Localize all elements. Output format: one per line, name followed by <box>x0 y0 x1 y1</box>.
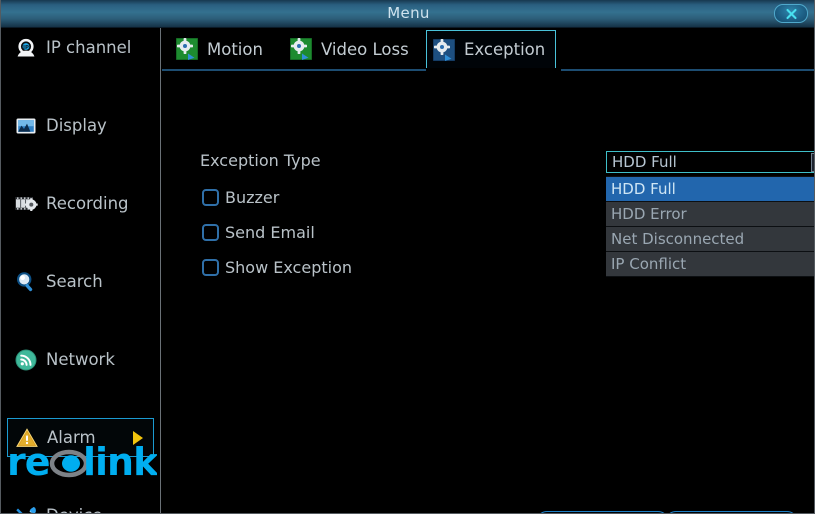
tab-underline-left <box>162 69 426 71</box>
checkbox-label: Show Exception <box>225 258 352 277</box>
checkbox-row-show-exception[interactable]: Show Exception <box>202 258 352 277</box>
gear-arrow-icon <box>175 37 199 61</box>
title-bar: Menu <box>1 0 814 28</box>
tab-label: Exception <box>464 40 546 59</box>
magnifier-icon <box>13 269 39 295</box>
dropdown-option[interactable]: Net Disconnected <box>606 227 814 252</box>
monitor-picture-icon <box>13 113 39 139</box>
sidebar-item-ip-channel[interactable]: IP IP channel <box>7 28 154 67</box>
exception-type-select[interactable]: HDD Full <box>606 151 814 173</box>
sidebar-item-search[interactable]: Search <box>7 262 154 301</box>
tab-underline-right <box>561 69 814 71</box>
gear-arrow-icon <box>289 37 313 61</box>
exception-type-value: HDD Full <box>612 153 677 171</box>
content-panel: Motion Video Loss Exception Exception Ty… <box>162 28 814 513</box>
svg-text:IP: IP <box>23 45 29 51</box>
sidebar-item-recording[interactable]: Recording <box>7 184 154 223</box>
reolink-logo: re link <box>7 440 157 486</box>
show-exception-checkbox[interactable] <box>202 259 219 276</box>
tab-bar: Motion Video Loss Exception <box>162 30 814 71</box>
tools-icon <box>13 503 39 513</box>
sidebar-item-label: Recording <box>46 194 129 213</box>
close-x-icon <box>785 8 797 20</box>
tab-label: Motion <box>207 39 263 59</box>
tab-motion[interactable]: Motion <box>170 30 273 68</box>
film-gear-icon <box>13 191 39 217</box>
send-email-checkbox[interactable] <box>202 224 219 241</box>
checkbox-label: Buzzer <box>225 188 280 207</box>
buzzer-checkbox[interactable] <box>202 189 219 206</box>
tab-exception[interactable]: Exception <box>426 30 557 68</box>
dropdown-option[interactable]: IP Conflict <box>606 252 814 277</box>
sidebar: IP IP channel Display Recording Search N… <box>1 28 161 513</box>
checkbox-row-send-email[interactable]: Send Email <box>202 223 315 242</box>
sidebar-item-label: Network <box>46 350 115 369</box>
sidebar-item-label: Device <box>46 506 102 513</box>
exception-type-dropdown-list[interactable]: HDD Full HDD Error Net Disconnected IP C… <box>606 176 814 277</box>
chevron-down-icon[interactable] <box>811 152 814 172</box>
tab-label: Video Loss <box>321 39 409 59</box>
exception-type-label: Exception Type <box>200 151 321 170</box>
tab-video-loss[interactable]: Video Loss <box>284 30 419 68</box>
svg-text:link: link <box>83 441 157 484</box>
close-icon[interactable] <box>774 4 808 23</box>
gear-arrow-icon <box>432 38 456 61</box>
checkbox-label: Send Email <box>225 223 315 242</box>
sidebar-item-label: Search <box>46 272 103 291</box>
dome-camera-icon: IP <box>13 35 39 61</box>
dropdown-option[interactable]: HDD Full <box>606 177 814 202</box>
sidebar-item-display[interactable]: Display <box>7 106 154 145</box>
brand-logo-icon: re link <box>7 441 157 484</box>
dropdown-option[interactable]: HDD Error <box>606 202 814 227</box>
wifi-signal-icon <box>13 347 39 373</box>
svg-text:re: re <box>7 441 50 484</box>
window-title: Menu <box>387 4 430 22</box>
sidebar-item-label: IP channel <box>46 38 132 57</box>
sidebar-item-device[interactable]: Device <box>7 496 154 513</box>
sidebar-item-network[interactable]: Network <box>7 340 154 379</box>
menu-window: Menu IP IP channel Display Recording Sea… <box>0 0 815 514</box>
sidebar-item-label: Display <box>46 116 107 135</box>
checkbox-row-buzzer[interactable]: Buzzer <box>202 188 279 207</box>
